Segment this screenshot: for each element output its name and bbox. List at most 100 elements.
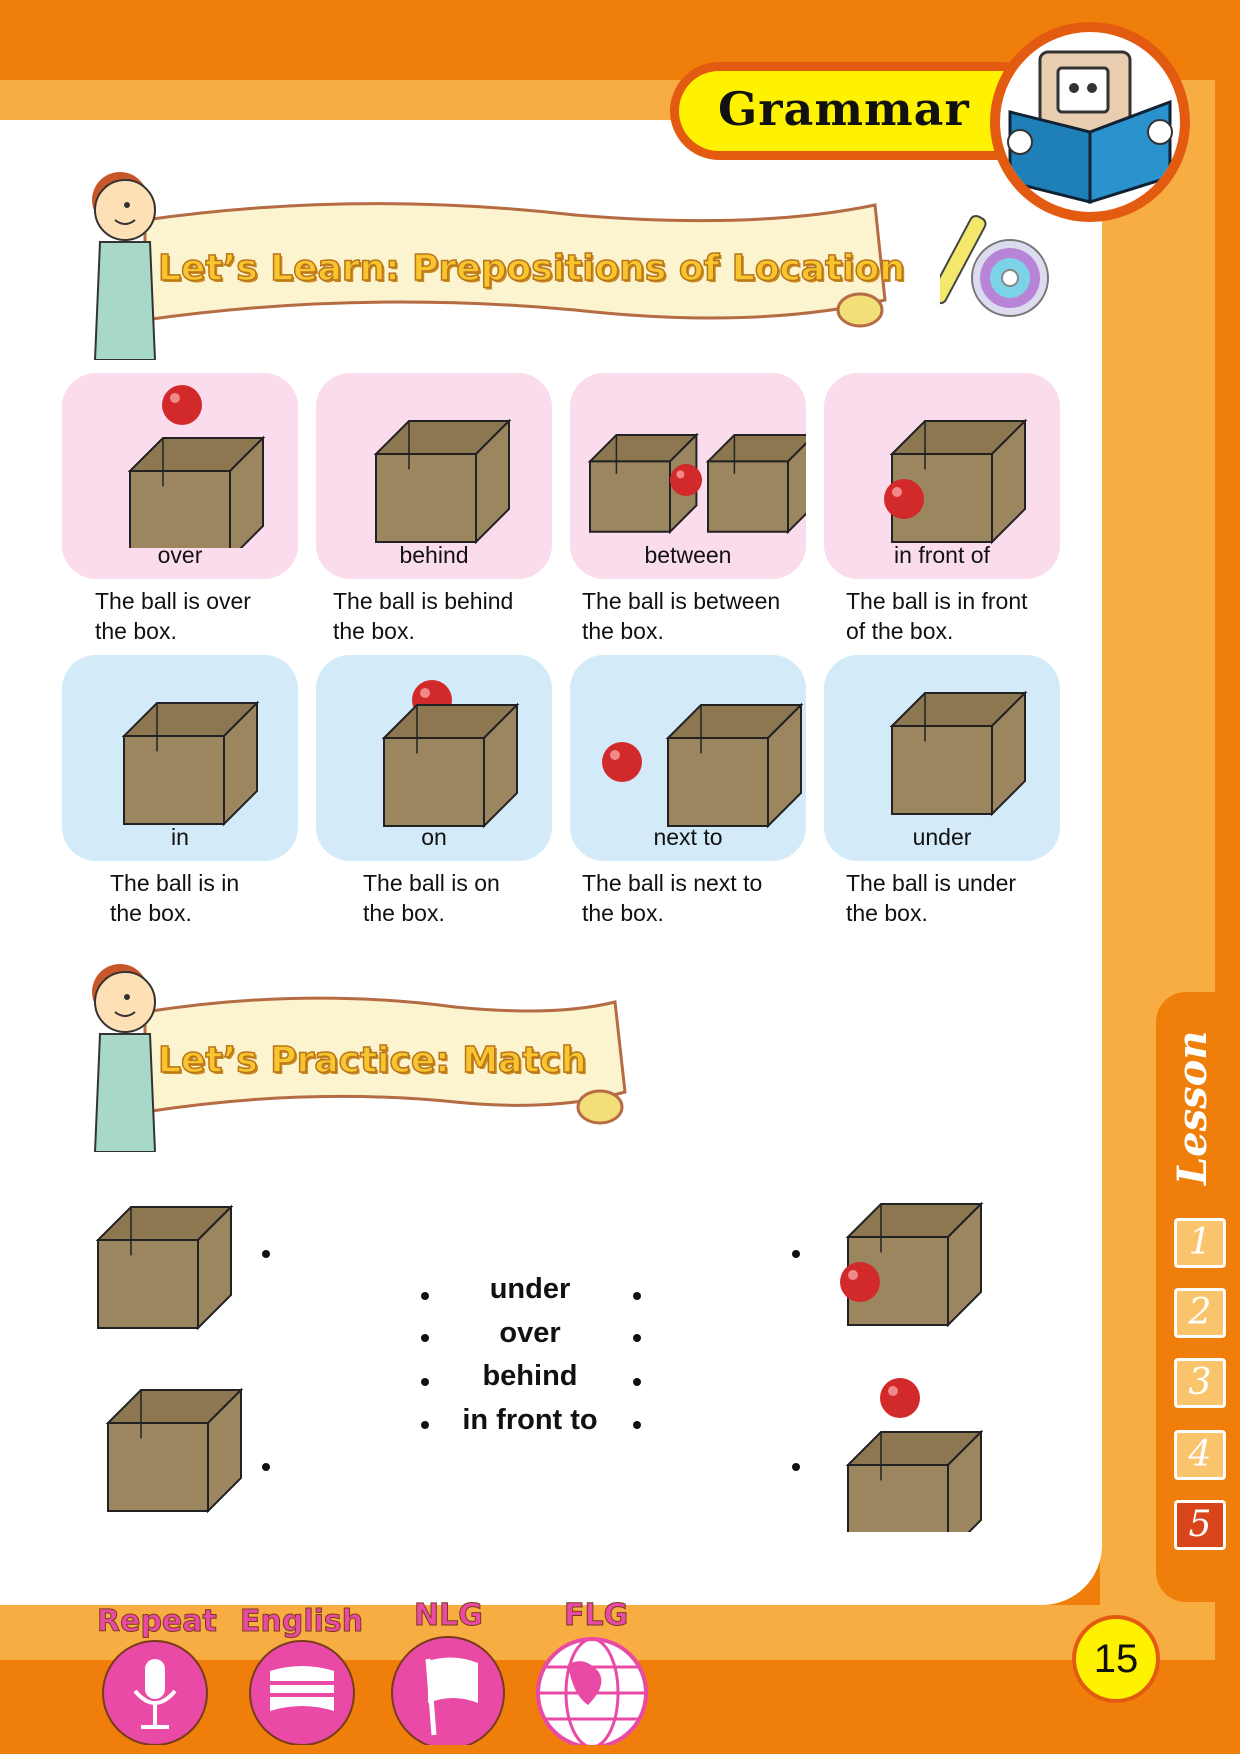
page-number: 15 xyxy=(1072,1615,1160,1703)
sentence-line: The ball is behind xyxy=(333,588,514,614)
match-word-under[interactable]: under xyxy=(440,1273,620,1306)
sentence-under: The ball is under the box. xyxy=(846,868,1076,928)
english-flag-button[interactable]: English xyxy=(232,1595,372,1749)
card-behind: behind xyxy=(316,373,552,579)
match-dot[interactable] xyxy=(262,1250,270,1258)
reading-computer-mascot-icon xyxy=(990,22,1190,222)
sentence-line: the box. xyxy=(582,618,664,644)
card-label: between xyxy=(644,542,732,568)
sentence-line: the box. xyxy=(95,618,177,644)
sentence-over: The ball is over the box. xyxy=(95,586,325,646)
card-label: behind xyxy=(399,542,469,568)
card-under: under xyxy=(824,655,1060,861)
lesson-2-button[interactable]: 2 xyxy=(1174,1288,1226,1338)
illustration-in xyxy=(121,700,260,827)
ball-shape xyxy=(670,464,702,496)
card-over: over xyxy=(62,373,298,579)
sentence-line: the box. xyxy=(333,618,415,644)
card-label: on xyxy=(421,824,447,850)
pen-cd-icon[interactable] xyxy=(929,212,1050,326)
nlg-flag-button[interactable]: NLG xyxy=(378,1595,518,1750)
ball-highlight xyxy=(848,1270,858,1280)
illustration-behind xyxy=(373,418,512,545)
match-dot[interactable] xyxy=(792,1250,800,1258)
match-dot[interactable] xyxy=(421,1378,429,1386)
match-dot[interactable] xyxy=(421,1334,429,1342)
lesson-word-text: Lesson xyxy=(1176,1031,1216,1186)
illustration-over xyxy=(127,385,266,548)
card-label: over xyxy=(157,542,203,568)
match-dot[interactable] xyxy=(421,1292,429,1300)
sentence-line: of the box. xyxy=(846,618,954,644)
box-shape xyxy=(105,1387,244,1514)
match-word-behind[interactable]: behind xyxy=(440,1360,620,1393)
repeat-microphone-button[interactable]: Repeat xyxy=(85,1595,225,1749)
box-shape xyxy=(845,1429,984,1532)
match-picture-behind[interactable] xyxy=(92,1195,242,1355)
card-label: in xyxy=(171,824,189,850)
illustration-next-to xyxy=(602,702,804,829)
card-label: next to xyxy=(653,824,723,850)
match-picture-under[interactable] xyxy=(102,1380,252,1540)
sentence-on: The ball is on the box. xyxy=(363,868,593,928)
sentence-next-to: The ball is next to the box. xyxy=(582,868,812,928)
repeat-label: Repeat xyxy=(97,1604,217,1639)
box-shape xyxy=(889,690,1028,817)
ball-highlight xyxy=(676,470,685,479)
match-dot[interactable] xyxy=(633,1378,641,1386)
box-shape xyxy=(95,1204,234,1331)
card-between: between xyxy=(570,373,806,579)
ball-shape xyxy=(840,1262,880,1302)
sentence-in: The ball is in the box. xyxy=(110,868,340,928)
illustration-between xyxy=(587,432,806,535)
lesson-1-button[interactable]: 1 xyxy=(1174,1218,1226,1268)
flg-globe-button[interactable]: FLG xyxy=(528,1595,668,1749)
sentence-in-front-of: The ball is in front of the box. xyxy=(846,586,1076,646)
learn-title: Let’s Learn: Prepositions of Location xyxy=(157,247,906,290)
ball-shape xyxy=(880,1378,920,1418)
sentence-line: the box. xyxy=(846,900,928,926)
ball-shape xyxy=(884,479,924,519)
box-shape xyxy=(373,418,512,545)
flg-label: FLG xyxy=(564,1598,628,1633)
box-shape xyxy=(665,702,804,829)
ball-highlight xyxy=(610,750,620,760)
card-in: in xyxy=(62,655,298,861)
practice-title: Let’s Practice: Match xyxy=(157,1039,587,1082)
sentence-line: the box. xyxy=(110,900,192,926)
sentence-line: The ball is next to xyxy=(582,870,763,896)
lesson-4-button[interactable]: 4 xyxy=(1174,1430,1226,1480)
ball-highlight xyxy=(420,688,430,698)
lesson-label: Lesson xyxy=(1169,1020,1216,1190)
illustration-in-front-of xyxy=(884,418,1028,545)
sentence-behind: The ball is behind the box. xyxy=(333,586,563,646)
match-dot[interactable] xyxy=(633,1334,641,1342)
lesson-3-button[interactable]: 3 xyxy=(1174,1358,1226,1408)
match-word-over[interactable]: over xyxy=(440,1317,620,1350)
match-picture-over[interactable] xyxy=(836,1372,986,1532)
illustration-on xyxy=(381,680,520,829)
match-dot[interactable] xyxy=(792,1463,800,1471)
sentence-line: The ball is on xyxy=(363,870,500,896)
box-shape xyxy=(121,700,260,827)
sentence-line: The ball is over xyxy=(95,588,251,614)
card-next-to: next to xyxy=(570,655,806,861)
ball-highlight xyxy=(888,1386,898,1396)
sentence-line: the box. xyxy=(582,900,664,926)
match-dot[interactable] xyxy=(633,1292,641,1300)
sentence-line: The ball is under xyxy=(846,870,1017,896)
ball-shape xyxy=(602,742,642,782)
nlg-label: NLG xyxy=(414,1598,483,1633)
match-dot[interactable] xyxy=(421,1421,429,1429)
match-picture-in-front[interactable] xyxy=(836,1192,986,1352)
match-word-in-front-to[interactable]: in front to xyxy=(440,1404,620,1437)
lesson-5-button[interactable]: 5 xyxy=(1174,1500,1226,1550)
match-dot[interactable] xyxy=(262,1463,270,1471)
match-dot[interactable] xyxy=(633,1421,641,1429)
ball-highlight xyxy=(170,393,180,403)
box-shape xyxy=(127,435,266,548)
illustration-under xyxy=(889,690,1028,817)
ball-shape xyxy=(162,385,202,425)
sentence-between: The ball is between the box. xyxy=(582,586,812,646)
sentence-line: The ball is in xyxy=(110,870,240,896)
